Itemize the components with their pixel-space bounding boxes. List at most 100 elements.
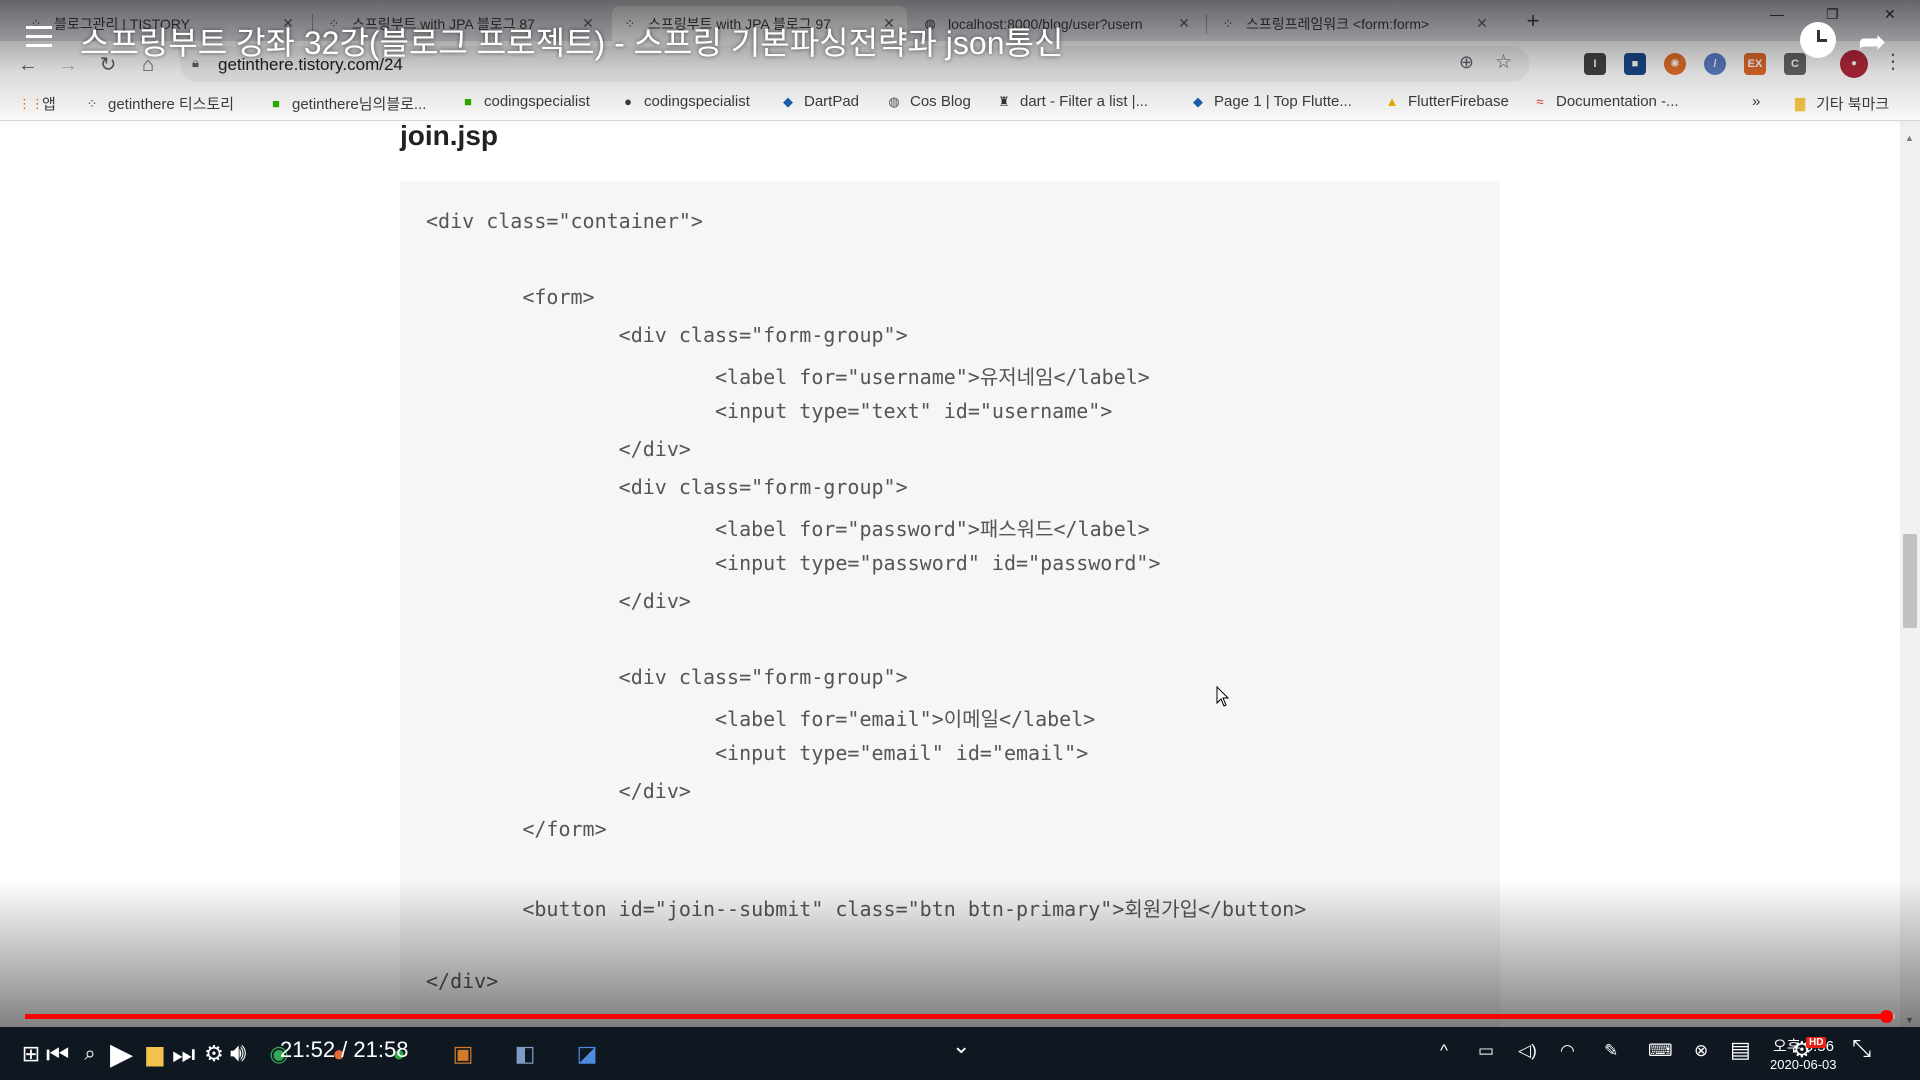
extension-icon[interactable]: ■ — [1624, 53, 1646, 75]
bookmark-item[interactable]: ■ getinthere님의블로... — [268, 93, 426, 114]
tab-close-icon[interactable]: ✕ — [1176, 15, 1192, 32]
bookmark-item[interactable]: ◆ DartPad — [780, 93, 859, 110]
zoom-icon[interactable]: ⊕ — [1459, 52, 1474, 73]
bookmark-label: getinthere 티스토리 — [108, 96, 235, 113]
speaker-icon[interactable]: ◁) — [1518, 1041, 1537, 1061]
video-progress-bar[interactable] — [25, 1010, 1895, 1023]
page-scrollbar[interactable]: ▲ ▼ — [1900, 121, 1920, 1027]
play-icon[interactable]: ▶ — [110, 1037, 133, 1072]
code-line: <div class="form-group"> — [426, 665, 908, 689]
tistory-icon: ⁘ — [86, 95, 98, 111]
bookmark-item[interactable]: ⁘ getinthere 티스토리 — [84, 93, 235, 114]
page-content: join.jsp <div class="container"> <form> … — [0, 121, 1900, 1027]
code-line: <input type="text" id="username"> — [426, 399, 1113, 423]
extension-icon[interactable]: C — [1784, 53, 1806, 75]
bookmark-label: Cos Blog — [910, 93, 971, 110]
more-icon: » — [1752, 93, 1761, 110]
doc-icon: ≈ — [1536, 93, 1544, 109]
tray-expand-icon[interactable]: ^ — [1440, 1041, 1448, 1061]
bookmark-label: getinthere님의블로... — [292, 96, 427, 113]
hd-badge: HD — [1806, 1037, 1827, 1048]
code-line: <button id="join--submit" class="btn btn… — [426, 897, 1307, 921]
next-video-icon[interactable]: ⏭ — [172, 1039, 195, 1071]
chevron-down-icon[interactable]: ⌄ — [952, 1033, 970, 1059]
code-line: <input type="password" id="password"> — [426, 551, 1161, 575]
bookmarks-overflow-button[interactable]: » — [1752, 93, 1760, 110]
scroll-thumb[interactable] — [1903, 534, 1917, 628]
wifi-icon[interactable]: ◠ — [1560, 1041, 1575, 1061]
tab-spring-form[interactable]: ⁘ 스프링프레임워크 <form:form> ✕ — [1210, 6, 1500, 41]
bookmark-item[interactable]: ◍ Cos Blog — [886, 93, 971, 110]
code-line: </div> — [426, 969, 499, 993]
file-explorer-icon[interactable]: ▆ — [140, 1037, 170, 1071]
bookmark-apps[interactable]: ⋮⋮ 앱 — [18, 93, 56, 114]
volume-icon[interactable]: 🔊︎ — [230, 1037, 246, 1069]
bookmark-item[interactable]: ≈ Documentation -... — [1532, 93, 1678, 110]
video-scrubber-handle[interactable] — [1879, 1010, 1893, 1023]
new-tab-button[interactable]: + — [1519, 8, 1547, 36]
code-line: <div class="container"> — [426, 209, 703, 233]
code-line: </div> — [426, 589, 691, 613]
restore-icon[interactable]: ❐ — [1826, 6, 1839, 23]
captions-icon[interactable]: ▤ — [1730, 1037, 1751, 1063]
bookmark-star-icon[interactable]: ☆ — [1495, 51, 1512, 74]
app-taskbar-icon[interactable]: ◧ — [510, 1037, 540, 1071]
close-window-icon[interactable]: ✕ — [1884, 6, 1896, 23]
dart-icon: ◆ — [1193, 93, 1203, 109]
other-bookmarks-folder[interactable]: ▇ 기타 북마크 — [1792, 93, 1889, 114]
globe-icon: ◍ — [888, 93, 900, 109]
bookmark-item[interactable]: ♜ dart - Filter a list |... — [996, 93, 1148, 110]
firebase-icon: ▲ — [1385, 93, 1399, 109]
tab-divider — [1206, 14, 1207, 34]
bookmark-label: 앱 — [42, 96, 56, 113]
scroll-down-icon[interactable]: ▼ — [1905, 1015, 1914, 1025]
extension-icon[interactable]: / — [1704, 53, 1726, 75]
code-line: </form> — [426, 817, 607, 841]
app-taskbar-icon[interactable]: ▣ — [448, 1037, 478, 1071]
code-line: <label for="username">유저네임</label> — [426, 365, 1150, 389]
extension-icon[interactable]: ✺ — [1664, 53, 1686, 75]
bookmark-item[interactable]: ● codingspecialist — [620, 93, 750, 110]
code-line: <label for="email">이메일</label> — [426, 707, 1096, 731]
exit-fullscreen-icon[interactable]: ⤡ — [1852, 1035, 1871, 1063]
vscode-taskbar-icon[interactable]: ◪ — [572, 1037, 602, 1071]
code-line: <input type="email" id="email"> — [426, 741, 1089, 765]
taskbar: ⊞ ⏮ ⌕ ▶ ▆ ⏭ ⚙ 🔊︎ ◉ ● ● 21:52 / 21:58 ▣ ◧… — [0, 1027, 1920, 1080]
watch-later-icon[interactable] — [1800, 22, 1836, 58]
stackoverflow-icon: ♜ — [998, 93, 1010, 109]
blog-icon: ■ — [272, 95, 280, 111]
minimize-icon[interactable]: — — [1770, 6, 1784, 22]
close-circle-icon[interactable]: ⊗ — [1694, 1041, 1708, 1061]
bookmark-item[interactable]: ▲ FlutterFirebase — [1384, 93, 1509, 110]
settings-gear-icon[interactable]: ⚙ — [200, 1037, 228, 1071]
video-progress-fill — [25, 1014, 1886, 1019]
keyboard-icon[interactable]: ⌨ — [1648, 1041, 1673, 1061]
battery-icon[interactable]: ▭ — [1478, 1041, 1494, 1061]
playlist-menu-icon[interactable] — [26, 26, 60, 52]
bookmark-label: DartPad — [804, 93, 860, 110]
share-icon[interactable]: ➦ — [1858, 22, 1887, 62]
forward-icon[interactable]: → — [54, 51, 82, 79]
windows-start-icon[interactable]: ⊞ — [16, 1037, 46, 1071]
bookmark-item[interactable]: ◆ Page 1 | Top Flutte... — [1190, 93, 1352, 110]
bookmark-label: 기타 북마크 — [1816, 96, 1890, 113]
video-title[interactable]: 스프링부트 강좌 32강(블로그 프로젝트) - 스프링 기본파싱전략과 jso… — [80, 18, 1063, 64]
tab-close-icon[interactable]: ✕ — [1474, 15, 1490, 32]
github-icon: ● — [624, 93, 632, 109]
search-icon[interactable]: ⌕ — [76, 1037, 104, 1071]
previous-video-icon[interactable]: ⏮ — [46, 1039, 69, 1071]
extension-icon[interactable]: I — [1584, 53, 1606, 75]
bookmark-item[interactable]: ■ codingspecialist — [460, 93, 590, 110]
code-line: <div class="form-group"> — [426, 475, 908, 499]
code-line: <div class="form-group"> — [426, 323, 908, 347]
scroll-up-icon[interactable]: ▲ — [1905, 133, 1914, 143]
pen-icon[interactable]: ✎ — [1604, 1041, 1618, 1061]
extension-icon[interactable]: EX — [1744, 53, 1766, 75]
code-line: </div> — [426, 437, 691, 461]
apps-grid-icon: ⋮⋮ — [18, 95, 44, 111]
tistory-icon: ⁘ — [1222, 15, 1234, 31]
blog-icon: ■ — [464, 93, 472, 109]
folder-icon: ▇ — [1795, 95, 1805, 111]
video-time: 21:52 / 21:58 — [280, 1037, 409, 1062]
back-icon[interactable]: ← — [14, 51, 42, 79]
